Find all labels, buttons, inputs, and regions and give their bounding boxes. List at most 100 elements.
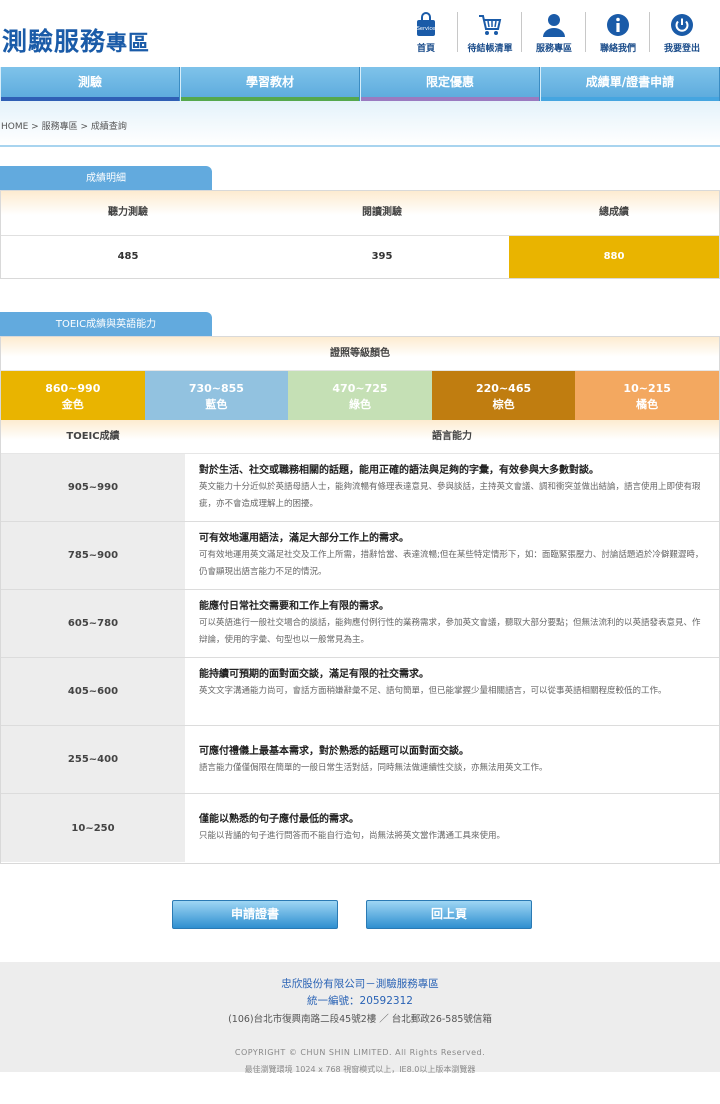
cart-icon bbox=[479, 15, 502, 35]
level-brown: 220~465 棕色 bbox=[431, 371, 576, 420]
score-section-tab: 成績明細 bbox=[0, 166, 212, 191]
topnav-label: 待結帳清單 bbox=[467, 44, 513, 54]
level-range: 470~725 bbox=[332, 382, 388, 395]
ability-summary: 能持續可預期的面對面交談，滿足有限的社交需求。 bbox=[199, 669, 429, 680]
main-nav: 測驗 學習教材 限定優惠 成績單/證書申請 bbox=[0, 67, 720, 101]
level-name: 棕色 bbox=[492, 398, 515, 411]
footer-address: (106)台北市復興南路二段45號2樓 ／ 台北郵政26-585號信箱 bbox=[228, 1014, 492, 1025]
toeic-section-tab: TOEIC成績與英語能力 bbox=[0, 312, 212, 337]
main-nav-certificate[interactable]: 成績單/證書申請 bbox=[540, 67, 720, 101]
breadcrumb-home[interactable]: HOME bbox=[1, 122, 28, 132]
breadcrumb: HOME > 服務專區 > 成績查詢 bbox=[1, 119, 127, 132]
table-row: 255~400 可應付禮儀上最基本需求，對於熟悉的話題可以面對面交談。 語言能力… bbox=[1, 726, 719, 794]
level-range: 220~465 bbox=[476, 382, 532, 395]
breadcrumb-separator: > bbox=[77, 122, 91, 132]
ability-summary: 對於生活、社交或職務相關的話題，能用正確的語法與足夠的字彙，有效參與大多數對談。 bbox=[199, 465, 599, 476]
main-nav-label: 成績單/證書申請 bbox=[585, 75, 675, 89]
footer-copyright: COPYRIGHT © CHUN SHIN LIMITED. All Right… bbox=[234, 1048, 486, 1057]
table-row: 905~990 對於生活、社交或職務相關的話題，能用正確的語法與足夠的字彙，有效… bbox=[1, 454, 719, 522]
level-name: 綠色 bbox=[348, 398, 371, 411]
topnav-label: 服務專區 bbox=[535, 44, 572, 54]
service-bag-icon: Service bbox=[417, 12, 435, 36]
power-icon bbox=[671, 14, 693, 36]
level-green: 470~725 綠色 bbox=[288, 371, 432, 420]
toeic-score-header: TOEIC成績 bbox=[66, 431, 120, 442]
reading-score: 395 bbox=[371, 251, 393, 262]
language-ability-header: 語言能力 bbox=[432, 431, 472, 442]
topnav-service[interactable]: 服務專區 bbox=[521, 10, 586, 56]
ability-detail: 可有效地運用英文滿足社交及工作上所需，措辭恰當、表達流暢;但在某些特定情形下，如… bbox=[199, 550, 704, 577]
user-icon bbox=[543, 14, 565, 37]
main-nav-offers[interactable]: 限定優惠 bbox=[360, 67, 540, 101]
score-table: 聽力測驗 閱讀測驗 總成績 485 395 880 bbox=[0, 190, 720, 279]
score-range: 405~600 bbox=[1, 658, 185, 725]
topnav-label: 我要登出 bbox=[663, 44, 700, 54]
ability-table-header: TOEIC成績 語言能力 bbox=[1, 420, 719, 454]
ability-summary: 可應付禮儀上最基本需求，對於熟悉的話題可以面對面交談。 bbox=[199, 745, 469, 757]
score-range: 255~400 bbox=[1, 726, 185, 793]
ability-summary: 可有效地運用語法，滿足大部分工作上的需求。 bbox=[199, 533, 409, 544]
table-row: 605~780 能應付日常社交需要和工作上有限的需求。 可以英語進行一般社交場合… bbox=[1, 590, 719, 658]
ability-detail: 英文文字溝通能力尚可，會話方面稍嫌辭彙不足、語句簡單，但已能掌握少量相關語言，可… bbox=[199, 686, 667, 696]
level-gold: 860~990 金色 bbox=[1, 371, 145, 420]
score-range: 605~780 bbox=[1, 590, 185, 657]
ability-detail: 語言能力僅僅侷限在簡單的一般日常生活對話，同時無法做連續性交談，亦無法用英文工作… bbox=[199, 762, 548, 773]
browser-requirement: 最佳瀏覽環境 1024 x 768 視窗模式以上，IE8.0以上版本瀏覽器 bbox=[244, 1065, 476, 1074]
footer: 忠欣股份有限公司－測驗服務專區 統一編號：20592312 (106)台北市復興… bbox=[0, 962, 720, 1072]
score-table-row: 485 395 880 bbox=[1, 236, 719, 278]
breadcrumb-section[interactable]: 服務專區 bbox=[42, 122, 78, 132]
score-range: 905~990 bbox=[1, 454, 185, 521]
table-row: 785~900 可有效地運用語法，滿足大部分工作上的需求。 可有效地運用英文滿足… bbox=[1, 522, 719, 590]
topnav-home[interactable]: Service 首頁 bbox=[394, 10, 458, 56]
color-level-title: 證照等級顏色 bbox=[1, 337, 719, 371]
ability-summary: 僅能以熟悉的句子應付最低的需求。 bbox=[199, 814, 359, 825]
level-name: 金色 bbox=[61, 398, 84, 411]
score-table-header: 聽力測驗 閱讀測驗 總成績 bbox=[1, 191, 719, 236]
site-title[interactable]: 測驗服務專區 bbox=[2, 22, 150, 58]
main-nav-label: 限定優惠 bbox=[425, 75, 474, 89]
total-header: 總成績 bbox=[599, 207, 629, 218]
breadcrumb-separator: > bbox=[28, 122, 42, 132]
topnav-contact[interactable]: 聯絡我們 bbox=[585, 10, 650, 56]
topnav-label: 首頁 bbox=[416, 44, 435, 54]
service-badge-text: Service bbox=[417, 26, 435, 32]
main-nav-label: 學習教材 bbox=[245, 75, 294, 89]
level-name: 橘色 bbox=[636, 398, 659, 411]
apply-certificate-button[interactable]: 申請證書 bbox=[172, 900, 338, 929]
level-blue: 730~855 藍色 bbox=[144, 371, 289, 420]
level-name: 藍色 bbox=[205, 398, 228, 411]
ability-detail: 只能以背誦的句子進行問答而不能自行造句，尚無法將英文當作溝通工具來使用。 bbox=[199, 831, 506, 841]
site-title-main: 測驗服務 bbox=[2, 27, 107, 56]
top-nav: Service 首頁 待結帳清單 服務專區 聯絡我們 我要登出 bbox=[394, 10, 714, 56]
listening-score: 485 bbox=[117, 251, 139, 262]
main-nav-materials[interactable]: 學習教材 bbox=[180, 67, 360, 101]
level-orange: 10~215 橘色 bbox=[575, 371, 719, 420]
level-range: 730~855 bbox=[188, 382, 244, 395]
color-levels: 860~990 金色 730~855 藍色 470~725 綠色 220~465… bbox=[1, 371, 719, 420]
reading-header: 閱讀測驗 bbox=[362, 207, 402, 218]
site-header: 測驗服務專區 Service 首頁 待結帳清單 服務專區 聯絡我們 我要登出 bbox=[0, 0, 720, 67]
listening-header: 聽力測驗 bbox=[108, 207, 148, 218]
topnav-cart[interactable]: 待結帳清單 bbox=[457, 10, 522, 56]
table-row: 10~250 僅能以熟悉的句子應付最低的需求。 只能以背誦的句子進行問答而不能自… bbox=[1, 794, 719, 862]
breadcrumb-current: 成績查詢 bbox=[90, 122, 127, 132]
score-range: 785~900 bbox=[1, 522, 185, 589]
ability-detail: 英文能力十分近似於英語母語人士，能夠流暢有條理表達意見、參與談話，主持英文會議、… bbox=[199, 482, 701, 509]
footer-tax-id: 統一編號：20592312 bbox=[307, 995, 413, 1007]
toeic-table: 證照等級顏色 860~990 金色 730~855 藍色 470~725 綠色 … bbox=[0, 336, 720, 864]
level-range: 10~215 bbox=[623, 382, 671, 395]
ability-detail: 可以英語進行一般社交場合的談話，能夠應付例行性的業務需求，參加英文會議，聽取大部… bbox=[199, 618, 701, 645]
topnav-logout[interactable]: 我要登出 bbox=[649, 10, 714, 56]
info-icon bbox=[607, 14, 629, 36]
site-title-suffix: 專區 bbox=[106, 31, 151, 55]
table-row: 405~600 能持續可預期的面對面交談，滿足有限的社交需求。 英文文字溝通能力… bbox=[1, 658, 719, 726]
topnav-label: 聯絡我們 bbox=[599, 44, 636, 54]
level-range: 860~990 bbox=[45, 382, 101, 395]
main-nav-test[interactable]: 測驗 bbox=[0, 67, 180, 101]
main-nav-label: 測驗 bbox=[77, 75, 102, 89]
score-range: 10~250 bbox=[1, 794, 185, 862]
back-button[interactable]: 回上頁 bbox=[366, 900, 532, 929]
total-score: 880 bbox=[509, 236, 719, 278]
ability-summary: 能應付日常社交需要和工作上有限的需求。 bbox=[199, 601, 389, 612]
footer-company: 忠欣股份有限公司－測驗服務專區 bbox=[281, 978, 439, 990]
